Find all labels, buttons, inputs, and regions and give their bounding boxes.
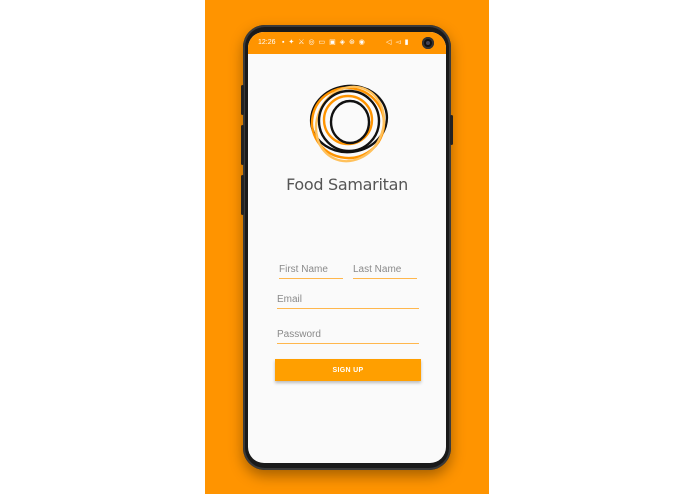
notification-icons: ▪ ✦ ⚔ ◎ ▭ ▣ ◈ ⊛ ◉ xyxy=(282,39,366,46)
phone-frame: 12:26 ▪ ✦ ⚔ ◎ ▭ ▣ ◈ ⊛ ◉ ◁ ◅ ▮ Food Samar… xyxy=(241,25,453,470)
phone-side-button xyxy=(241,175,244,215)
phone-power-button xyxy=(450,115,453,145)
status-time: 12:26 xyxy=(258,39,276,46)
app-title: Food Samaritan xyxy=(286,175,408,194)
front-camera-icon xyxy=(422,37,434,49)
first-name-field[interactable]: First Name xyxy=(279,264,343,279)
app-screen: 12:26 ▪ ✦ ⚔ ◎ ▭ ▣ ◈ ⊛ ◉ ◁ ◅ ▮ Food Samar… xyxy=(248,32,446,463)
password-field[interactable]: Password xyxy=(277,329,419,344)
system-icons: ◁ ◅ ▮ xyxy=(386,39,410,46)
email-field[interactable]: Email xyxy=(277,294,419,309)
status-bar: 12:26 ▪ ✦ ⚔ ◎ ▭ ▣ ◈ ⊛ ◉ ◁ ◅ ▮ xyxy=(248,32,446,54)
food-samaritan-logo-icon xyxy=(309,84,389,163)
sign-up-button[interactable]: SIGN UP xyxy=(275,359,421,381)
phone-side-button xyxy=(241,125,244,165)
last-name-field[interactable]: Last Name xyxy=(353,264,417,279)
phone-side-button xyxy=(241,85,244,115)
